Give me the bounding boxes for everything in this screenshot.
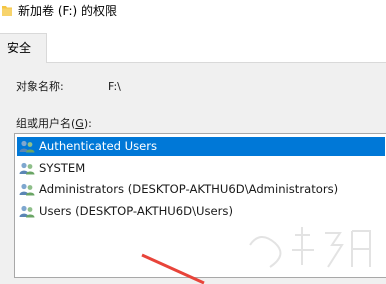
users-group-icon	[19, 162, 35, 175]
watermark-logo-icon	[249, 227, 371, 268]
tab-strip-divider	[0, 62, 386, 63]
group-or-user-names-label: 组或用户名(G):	[16, 117, 92, 131]
title-bar: 新加卷 (F:) 的权限	[0, 0, 386, 24]
users-group-icon	[19, 140, 35, 153]
list-item-administrators[interactable]: Administrators (DESKTOP-AKTHU6D\Administ…	[17, 180, 385, 199]
list-item-label: SYSTEM	[39, 161, 86, 175]
list-item-authenticated-users[interactable]: Authenticated Users	[17, 137, 385, 156]
list-item-label: Users (DESKTOP-AKTHU6D\Users)	[39, 204, 233, 218]
folder-icon	[2, 6, 12, 16]
object-name-value: F:\	[108, 80, 121, 93]
list-item-system[interactable]: SYSTEM	[17, 159, 385, 178]
list-item-label: Authenticated Users	[39, 139, 158, 153]
object-name-label: 对象名称:	[16, 80, 64, 93]
users-group-icon	[19, 183, 35, 196]
annotation-arrow-icon	[141, 253, 205, 284]
group-label-prefix: 组或用户名(	[16, 117, 76, 130]
group-label-accelerator: G	[75, 117, 84, 130]
tab-security-label: 安全	[7, 41, 32, 55]
list-item-label: Administrators (DESKTOP-AKTHU6D\Administ…	[39, 182, 339, 196]
tab-security[interactable]: 安全	[0, 33, 47, 63]
window-title: 新加卷 (F:) 的权限	[18, 4, 118, 18]
users-group-icon	[19, 205, 35, 218]
group-label-suffix: ):	[83, 117, 92, 130]
